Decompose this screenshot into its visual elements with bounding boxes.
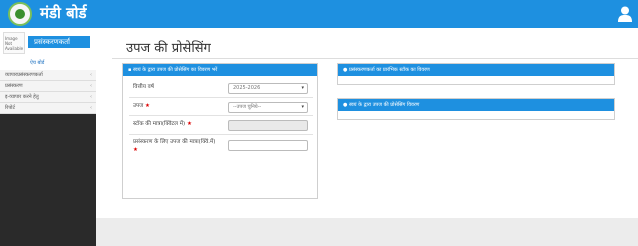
top-bar: मंडी बोर्ड	[0, 0, 638, 28]
chevron-left-icon: ‹	[90, 94, 92, 100]
required-icon: ★	[144, 103, 150, 109]
divider	[112, 58, 638, 59]
main-content: उपज की प्रोसेसिंग ▪ स्वयं के द्वारा उपज …	[96, 28, 638, 218]
sidebar-nav: व्यापारप्रसंस्करणकर्ता ‹ प्रसंस्करण ‹ इ-व्…	[0, 70, 96, 114]
page-title: उपज की प्रोसेसिंग	[126, 41, 211, 56]
processing-quantity-input[interactable]	[228, 140, 308, 151]
chevron-down-icon: ▾	[301, 85, 304, 91]
profile-link[interactable]: ऐच बोर्ड	[30, 60, 44, 66]
sidebar: Image Not Available प्रसंस्करणकर्ता ऐच ब…	[0, 28, 96, 246]
stock-quantity-field	[228, 120, 308, 131]
produce-label: उपज ★	[133, 103, 150, 109]
profile-card: Image Not Available प्रसंस्करणकर्ता ऐच ब…	[0, 28, 96, 70]
panel-header: ● प्रसंस्करणकर्ता का प्रारंभिक स्टॉक का …	[338, 64, 614, 76]
chevron-left-icon: ‹	[90, 83, 92, 89]
required-icon: ★	[186, 121, 192, 127]
stock-quantity-label: स्टॉक की मात्रा(क्विंटल में) ★	[133, 121, 192, 127]
chevron-left-icon: ‹	[90, 72, 92, 78]
profile-name: प्रसंस्करणकर्ता	[28, 36, 90, 48]
avatar: Image Not Available	[3, 32, 25, 54]
sidebar-item-e-trade[interactable]: इ-व्यापार करने हेतु ‹	[0, 92, 96, 103]
initial-stock-panel: ● प्रसंस्करणकर्ता का प्रारंभिक स्टॉक का …	[337, 63, 615, 85]
sidebar-item-processor-trade[interactable]: व्यापारप्रसंस्करणकर्ता ‹	[0, 70, 96, 81]
financial-year-label: वित्तीय वर्ष	[133, 84, 154, 90]
user-icon[interactable]	[618, 6, 632, 22]
board-logo	[8, 2, 32, 26]
panel-header: ● स्वयं के द्वारा उपज की प्रोसेसिंग विवर…	[338, 99, 614, 111]
sidebar-item-processing[interactable]: प्रसंस्करण ‹	[0, 81, 96, 92]
required-icon: ★	[133, 147, 138, 153]
processing-form-panel: ▪ स्वयं के द्वारा उपज की प्रोसेसिंग का व…	[122, 63, 318, 199]
brand-title: मंडी बोर्ड	[40, 4, 87, 22]
chevron-down-icon: ▾	[301, 104, 304, 110]
processing-quantity-label: प्रसंस्करण के लिए उपज की मात्रा(क्विं.मे…	[133, 139, 216, 153]
chevron-left-icon: ‹	[90, 105, 92, 111]
panel-header: ▪ स्वयं के द्वारा उपज की प्रोसेसिंग का व…	[123, 64, 317, 76]
sidebar-item-reports[interactable]: रिपोर्ट ‹	[0, 103, 96, 114]
financial-year-select[interactable]: 2025-2026 ▾	[228, 83, 308, 94]
processing-details-panel: ● स्वयं के द्वारा उपज की प्रोसेसिंग विवर…	[337, 98, 615, 120]
produce-select[interactable]: --उपज चुनिये-- ▾	[228, 102, 308, 113]
